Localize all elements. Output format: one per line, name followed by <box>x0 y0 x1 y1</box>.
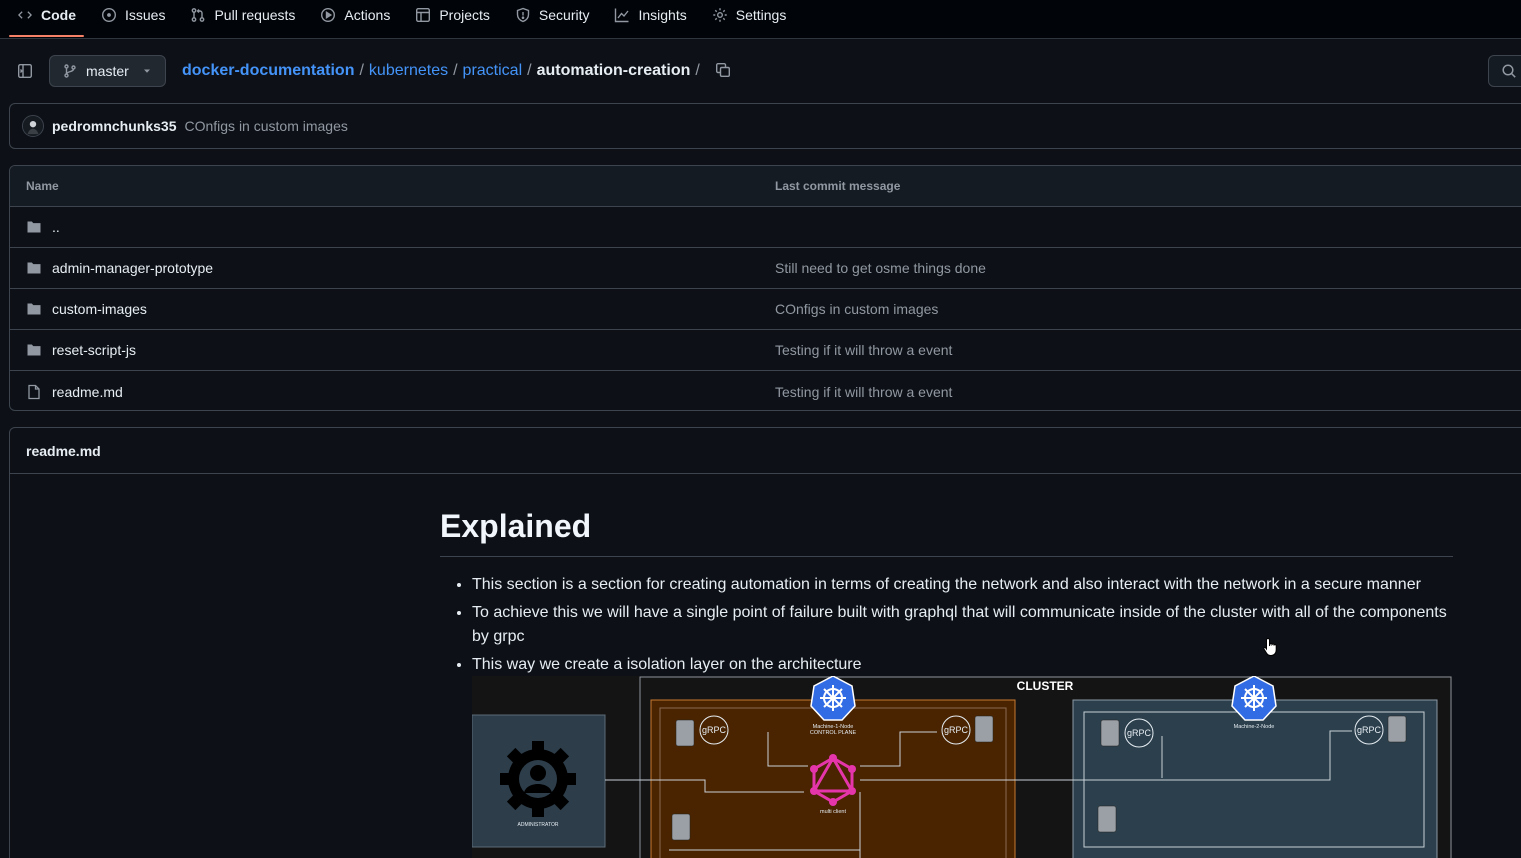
sidebar-toggle-button[interactable] <box>12 59 38 83</box>
tab-issues[interactable]: Issues <box>93 0 173 30</box>
file-commit-message[interactable]: COnfigs in custom images <box>775 301 938 317</box>
sidebar-expand-icon <box>17 63 33 79</box>
admin-gear-icon <box>500 741 576 817</box>
play-icon <box>320 7 336 23</box>
table-row[interactable]: admin-manager-prototype Still need to ge… <box>10 248 1521 289</box>
file-name-link[interactable]: reset-script-js <box>52 342 136 358</box>
server-icon <box>974 715 994 743</box>
server-icon <box>675 719 695 747</box>
file-name-link[interactable]: custom-images <box>52 301 147 317</box>
tab-pull-requests[interactable]: Pull requests <box>182 0 303 30</box>
readme-header: readme.md <box>10 428 1521 474</box>
breadcrumb-current: automation-creation <box>536 62 691 79</box>
graphql-label: multi client <box>820 809 846 815</box>
tab-security[interactable]: Security <box>507 0 598 30</box>
gear-icon <box>712 7 728 23</box>
breadcrumb-separator: / <box>359 62 364 79</box>
tab-label: Issues <box>125 7 166 23</box>
search-file-button[interactable] <box>1488 55 1521 87</box>
table-header: Name Last commit message <box>10 166 1521 207</box>
commit-author-link[interactable]: pedromnchunks35 <box>52 118 176 134</box>
file-table: Name Last commit message .. admin-manage… <box>9 165 1521 411</box>
tab-label: Settings <box>735 7 787 23</box>
folder-icon <box>26 219 42 235</box>
cluster-label: CLUSTER <box>1017 679 1074 693</box>
server-icon <box>671 813 691 841</box>
tab-label: Pull requests <box>214 7 296 23</box>
node1-label-line2: CONTROL PLANE <box>810 730 857 736</box>
column-header-name: Name <box>26 179 59 193</box>
table-icon <box>415 7 431 23</box>
branch-name: master <box>86 63 129 79</box>
triangle-down-icon <box>141 65 153 77</box>
svg-text:gRPC: gRPC <box>1127 728 1152 738</box>
list-item: This section is a section for creating a… <box>472 573 1453 597</box>
avatar[interactable] <box>22 115 44 137</box>
svg-text:gRPC: gRPC <box>702 725 727 735</box>
copy-icon <box>715 63 730 78</box>
tab-label: Security <box>538 7 590 23</box>
tab-code[interactable]: Code <box>9 0 84 37</box>
readme-bullet-list: This section is a section for creating a… <box>440 573 1453 677</box>
file-name-link[interactable]: admin-manager-prototype <box>52 260 213 276</box>
folder-icon <box>26 342 42 358</box>
readme-heading: Explained <box>440 506 1453 557</box>
admin-label: ADMINISTRATOR <box>518 822 559 828</box>
tab-insights[interactable]: Insights <box>606 0 694 30</box>
file-header: master docker-documentation / kubernetes… <box>0 39 1521 103</box>
column-header-message: Last commit message <box>775 179 901 193</box>
tab-settings[interactable]: Settings <box>704 0 795 30</box>
tab-label: Actions <box>344 7 391 23</box>
folder-icon <box>26 301 42 317</box>
search-icon <box>1501 63 1517 79</box>
breadcrumb: docker-documentation / kubernetes / prac… <box>182 60 733 82</box>
table-row[interactable]: reset-script-js Testing if it will throw… <box>10 330 1521 371</box>
server-icon <box>1097 805 1117 833</box>
architecture-diagram: ADMINISTRATOR CLUSTER Machine-1-Node CON… <box>472 676 1452 858</box>
breadcrumb-separator: / <box>453 62 458 79</box>
list-item: To achieve this we will have a single po… <box>472 601 1453 649</box>
readme-content: Explained This section is a section for … <box>440 506 1453 681</box>
tab-projects[interactable]: Projects <box>407 0 498 30</box>
shield-icon <box>515 7 531 23</box>
file-name-link[interactable]: readme.md <box>52 384 123 400</box>
server-icon <box>1100 719 1120 747</box>
tab-label: Projects <box>439 7 490 23</box>
svg-text:gRPC: gRPC <box>1357 725 1382 735</box>
table-row[interactable]: .. <box>10 207 1521 248</box>
list-item: This way we create a isolation layer on … <box>472 653 1453 677</box>
issue-opened-icon <box>101 7 117 23</box>
latest-commit-box: pedromnchunks35 COnfigs in custom images <box>9 103 1521 149</box>
breadcrumb-separator: / <box>527 62 532 79</box>
file-commit-message[interactable]: Still need to get osme things done <box>775 260 986 276</box>
breadcrumb-link-practical[interactable]: practical <box>463 62 523 80</box>
breadcrumb-link-kubernetes[interactable]: kubernetes <box>369 62 448 80</box>
file-commit-message[interactable]: Testing if it will throw a event <box>775 384 952 400</box>
svg-text:gRPC: gRPC <box>944 725 969 735</box>
breadcrumb-separator: / <box>695 62 700 79</box>
repo-nav: Code Issues Pull requests Actions Projec… <box>0 0 1521 39</box>
server-icon <box>1387 715 1407 743</box>
tab-actions[interactable]: Actions <box>312 0 398 30</box>
file-name-link[interactable]: .. <box>52 219 60 235</box>
node2-label: Machine-2-Node <box>1234 724 1275 730</box>
tab-label: Code <box>41 7 76 23</box>
git-pull-request-icon <box>190 7 206 23</box>
copy-path-button[interactable] <box>715 62 733 80</box>
table-row[interactable]: readme.md Testing if it will throw a eve… <box>10 371 1521 410</box>
readme-filename[interactable]: readme.md <box>26 443 101 459</box>
commit-message-link[interactable]: COnfigs in custom images <box>184 118 347 134</box>
tab-label: Insights <box>638 7 687 23</box>
folder-icon <box>26 260 42 276</box>
file-commit-message[interactable]: Testing if it will throw a event <box>775 342 952 358</box>
branch-selector-button[interactable]: master <box>49 55 166 87</box>
code-icon <box>17 7 33 23</box>
breadcrumb-repo-link[interactable]: docker-documentation <box>182 62 354 80</box>
hand-pointer-icon <box>1263 637 1277 656</box>
file-icon <box>26 384 42 400</box>
git-branch-icon <box>62 63 78 79</box>
graph-icon <box>614 7 630 23</box>
table-row[interactable]: custom-images COnfigs in custom images <box>10 289 1521 330</box>
